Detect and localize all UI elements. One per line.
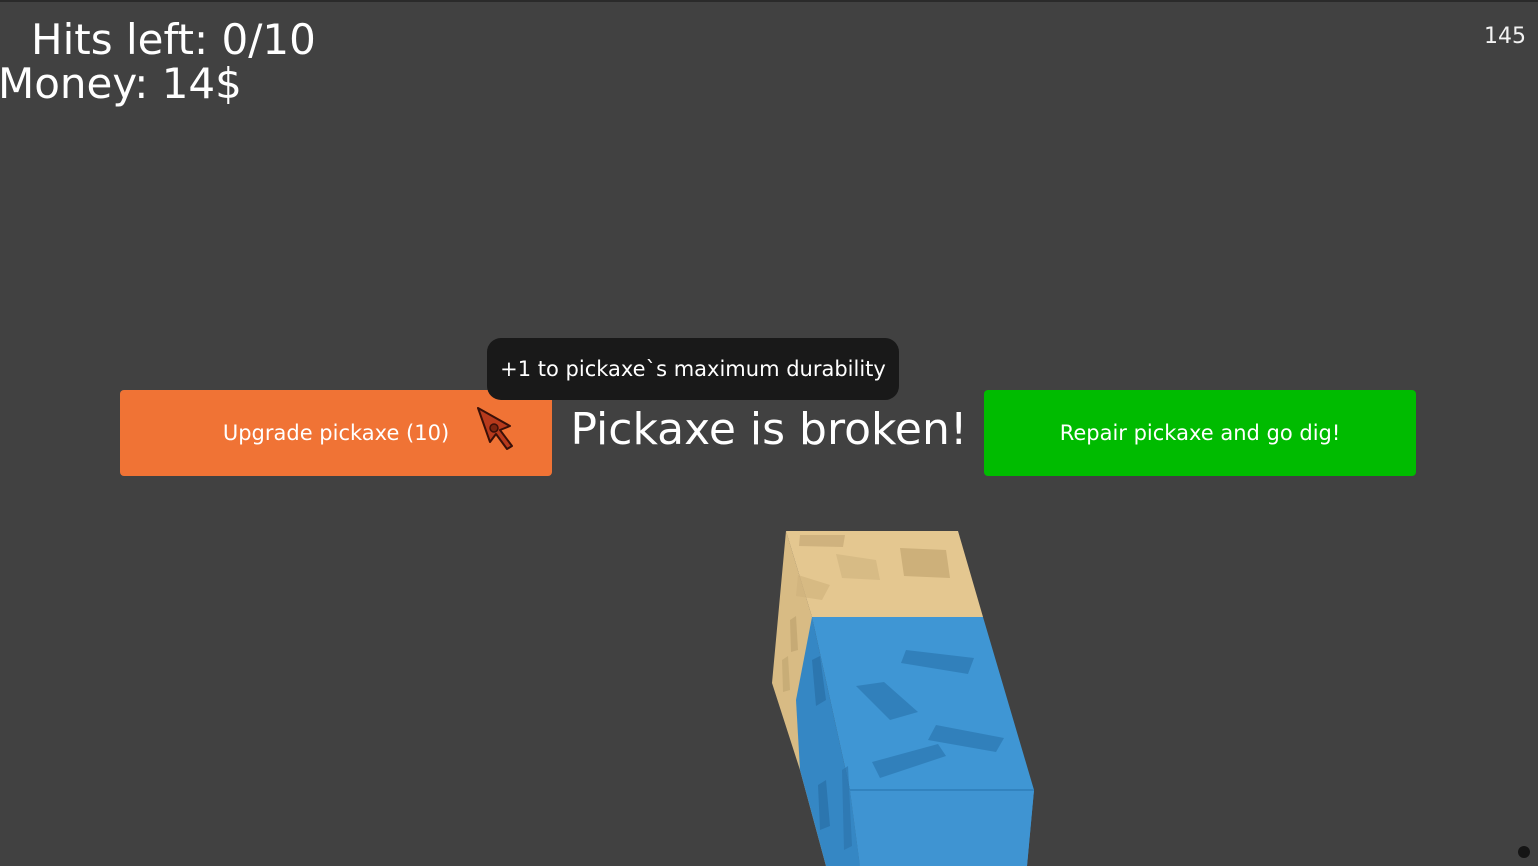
dirt-block-icon[interactable] (0, 0, 1538, 866)
upgrade-tooltip: +1 to pickaxe`s maximum durability (487, 338, 899, 400)
pointer-arrow-icon (477, 407, 513, 450)
